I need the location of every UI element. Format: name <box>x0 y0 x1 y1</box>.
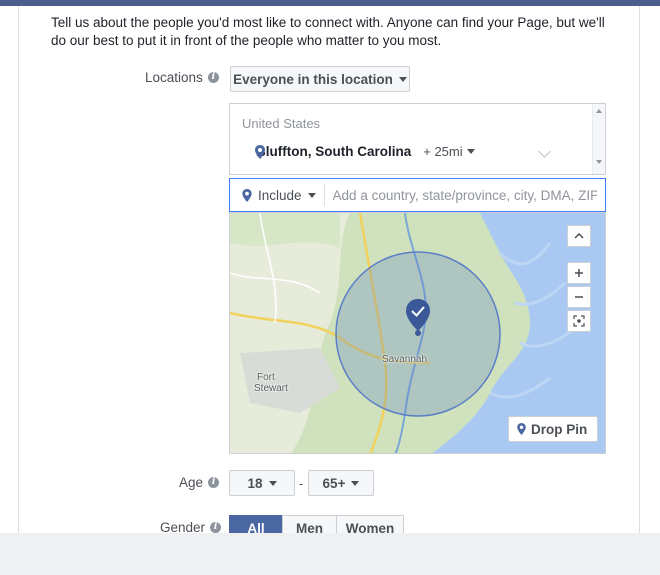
map-city-label: Savannah <box>382 354 428 365</box>
intro-text: Tell us about the people you'd most like… <box>51 15 605 48</box>
country-label: United States <box>242 116 321 131</box>
recenter-button[interactable] <box>567 310 591 332</box>
minus-icon <box>575 296 583 298</box>
caret-down-icon <box>398 76 407 82</box>
location-search-input[interactable] <box>324 181 605 209</box>
zoom-in-button[interactable] <box>567 262 591 284</box>
scrollbar[interactable] <box>592 104 605 174</box>
caret-down-icon <box>351 480 360 486</box>
scroll-up-icon[interactable] <box>596 109 602 113</box>
location-name: Bluffton, South Carolina <box>256 144 412 159</box>
map-city-label: Stewart <box>254 383 288 394</box>
location-pin-icon <box>517 423 526 435</box>
age-min-dropdown[interactable]: 18 <box>229 470 295 496</box>
drop-pin-button[interactable]: Drop Pin <box>508 416 599 442</box>
info-icon[interactable]: i <box>207 72 219 83</box>
recenter-icon <box>573 315 585 327</box>
location-map[interactable]: Savannah Fort Stewart Drop Pin <box>229 212 606 454</box>
age-label: Age i <box>179 475 220 490</box>
info-icon[interactable]: i <box>210 522 222 533</box>
scroll-down-icon[interactable] <box>596 160 602 164</box>
info-icon[interactable]: i <box>208 477 220 488</box>
bottom-fade <box>0 533 660 575</box>
location-pin-icon <box>255 145 265 159</box>
chevron-up-icon <box>574 233 584 239</box>
map-city-label: Fort <box>257 372 275 383</box>
chevron-down-icon[interactable] <box>538 145 551 158</box>
caret-down-icon <box>268 480 277 486</box>
locations-label: Locations i <box>145 70 219 85</box>
age-max-dropdown[interactable]: 65+ <box>308 470 374 496</box>
location-list[interactable]: United States Bluffton, South Carolina +… <box>229 103 606 175</box>
caret-down-icon <box>466 149 475 154</box>
include-dropdown[interactable]: Include <box>230 184 325 206</box>
include-row: Include <box>229 178 606 212</box>
location-pin-icon <box>242 188 252 202</box>
zoom-out-button[interactable] <box>567 286 591 308</box>
radius-dropdown[interactable]: + 25mi <box>423 144 475 159</box>
map-collapse-button[interactable] <box>567 225 591 247</box>
location-mode-dropdown[interactable]: Everyone in this location <box>230 66 410 92</box>
age-separator: - <box>299 476 304 491</box>
plus-icon <box>575 269 583 277</box>
location-item[interactable]: Bluffton, South Carolina + 25mi <box>256 144 475 159</box>
caret-down-icon <box>307 192 316 198</box>
